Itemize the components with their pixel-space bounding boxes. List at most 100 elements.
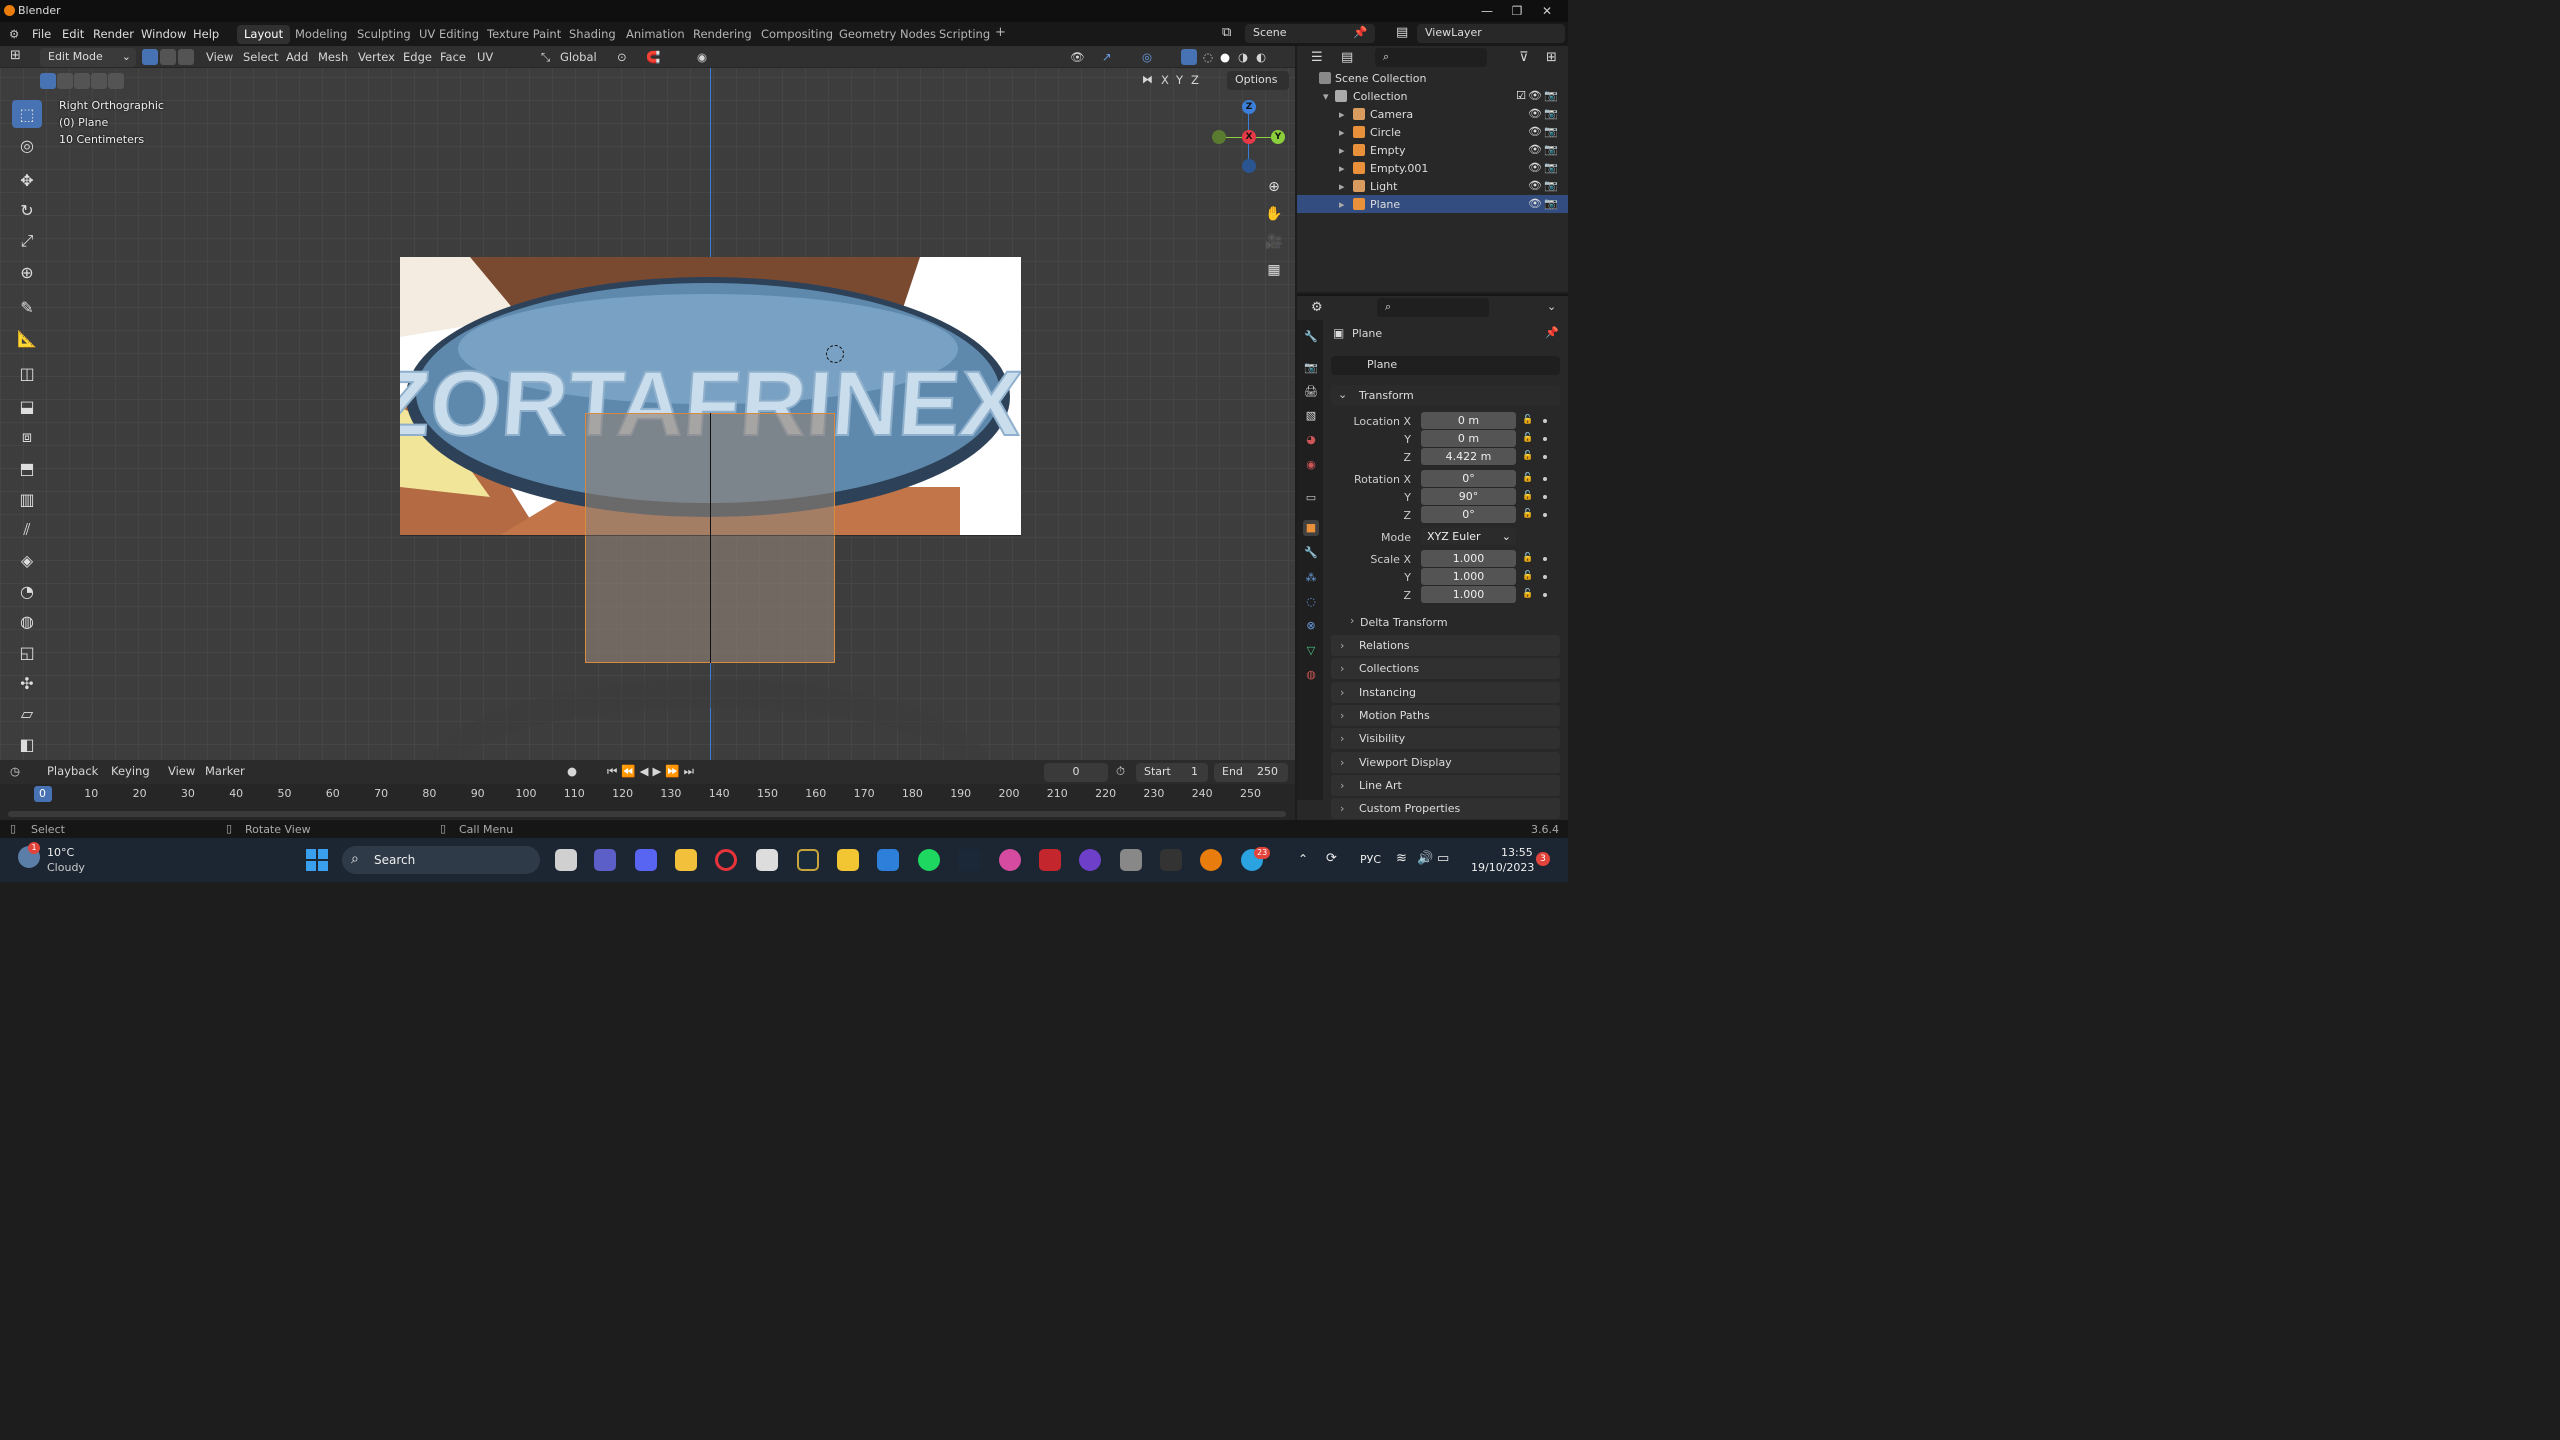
camera-render-icon[interactable]: 📷	[1544, 161, 1558, 174]
teams-icon[interactable]	[594, 849, 616, 871]
eye-icon[interactable]: 👁	[1528, 89, 1542, 102]
camera-view-icon[interactable]: 🎥	[1264, 232, 1284, 252]
tab-compositing[interactable]: Compositing	[754, 25, 840, 44]
add-cube-tool[interactable]: ◫	[12, 359, 42, 387]
edge-slide-tool[interactable]: ◱	[12, 638, 42, 666]
overlay-toggle-icon[interactable]: ◎	[1142, 50, 1152, 64]
outliner-row-camera[interactable]: ▸ Camera 👁 📷	[1297, 105, 1568, 123]
rendered-shading-icon[interactable]: ◐	[1256, 50, 1266, 64]
material-shading-icon[interactable]: ◑	[1238, 50, 1248, 64]
gizmo-y-icon[interactable]: Y	[1271, 130, 1285, 144]
section-line-art[interactable]: › Line Art	[1331, 774, 1560, 796]
lock-icon[interactable]: 🔓	[1522, 589, 1533, 599]
select-box-tool[interactable]: ⬚	[12, 100, 42, 128]
collection-checkbox[interactable]: ☑	[1516, 89, 1526, 102]
camera-render-icon[interactable]: 📷	[1544, 143, 1558, 156]
tab-rendering[interactable]: Rendering	[686, 25, 759, 44]
tray-sync-icon[interactable]: ⟳	[1326, 851, 1337, 866]
filter-icon[interactable]: ⊽	[1519, 50, 1529, 65]
blender-menu-icon[interactable]: ⚙	[9, 27, 19, 41]
tab-layout[interactable]: Layout	[237, 25, 291, 44]
battery-icon[interactable]: ▭	[1437, 851, 1449, 866]
rotation-field[interactable]: 0°	[1421, 470, 1516, 487]
lock-icon[interactable]: 🔓	[1522, 473, 1533, 483]
volume-icon[interactable]: 🔊	[1417, 851, 1433, 866]
annotate-tool[interactable]: ✎	[12, 293, 42, 321]
record-icon[interactable]: ●	[567, 764, 577, 778]
rotation-field[interactable]: 0°	[1421, 506, 1516, 523]
eye-icon[interactable]: 👁	[1528, 161, 1542, 174]
rotate-tool[interactable]: ↻	[12, 196, 42, 224]
keyframe-dot-icon[interactable]	[1543, 557, 1547, 561]
timeline-scrollbar[interactable]	[8, 811, 1286, 817]
keyframe-dot-icon[interactable]	[1543, 513, 1547, 517]
keyframe-dot-icon[interactable]	[1543, 495, 1547, 499]
expand-arrow-icon[interactable]: ▸	[1339, 162, 1345, 175]
menu-mesh[interactable]: Mesh	[318, 50, 348, 64]
menu-view[interactable]: View	[206, 50, 233, 64]
windows-start-icon[interactable]	[306, 849, 328, 871]
notification-badge[interactable]: 3	[1536, 852, 1550, 866]
gizmo-zneg-icon[interactable]	[1242, 159, 1256, 173]
options-dropdown[interactable]: Options	[1227, 71, 1289, 90]
edge-select-button[interactable]	[160, 49, 176, 65]
end-frame-field[interactable]: End 250	[1214, 763, 1288, 782]
editor-type-icon[interactable]: ⊞	[10, 48, 21, 63]
transform-section-header[interactable]: Transform	[1331, 385, 1560, 406]
camera-render-icon[interactable]: 📷	[1544, 89, 1558, 102]
wifi-icon[interactable]: ≋	[1396, 851, 1407, 866]
github-icon[interactable]	[1079, 849, 1101, 871]
rip-tool[interactable]: ◧	[12, 730, 42, 758]
gizmo-x-icon[interactable]: X	[1242, 130, 1256, 144]
measure-tool[interactable]: 📐	[12, 324, 42, 352]
maximize-button[interactable]: ❐	[1502, 2, 1532, 20]
discord-icon[interactable]	[635, 849, 657, 871]
menu-face[interactable]: Face	[440, 50, 466, 64]
lock-icon[interactable]: 🔓	[1522, 553, 1533, 563]
shear-tool[interactable]: ▱	[12, 699, 42, 727]
object-tab-icon[interactable]: ■	[1303, 520, 1319, 536]
menu-playback[interactable]: Playback	[47, 764, 98, 778]
ortho-grid-icon[interactable]: ▦	[1264, 260, 1284, 280]
expand-arrow-icon[interactable]: ▸	[1339, 144, 1345, 157]
select-extend-button[interactable]	[57, 73, 73, 89]
steam-icon[interactable]	[958, 849, 980, 871]
knife-tool[interactable]: ⫽	[12, 516, 42, 544]
keyframe-dot-icon[interactable]	[1543, 455, 1547, 459]
minecraft-icon[interactable]	[756, 849, 778, 871]
tab-shading[interactable]: Shading	[562, 25, 623, 44]
pivot-icon[interactable]: ⊙	[617, 50, 627, 64]
file-explorer-icon[interactable]	[675, 849, 697, 871]
gizmo-z-icon[interactable]: Z	[1242, 100, 1256, 114]
current-frame-field[interactable]: 0	[1044, 763, 1108, 782]
outliner-row-circle[interactable]: ▸ Circle 👁 📷	[1297, 123, 1568, 141]
inset-tool[interactable]: ⧈	[12, 423, 42, 451]
eye-icon[interactable]: 👁	[1528, 143, 1542, 156]
collection-tab-icon[interactable]: ▭	[1303, 490, 1319, 506]
outliner-row-scene-collection[interactable]: Scene Collection	[1297, 69, 1568, 87]
lock-icon[interactable]: 🔓	[1522, 571, 1533, 581]
select-intersect-button[interactable]	[108, 73, 124, 89]
camera-render-icon[interactable]: 📷	[1544, 197, 1558, 210]
tab-texture-paint[interactable]: Texture Paint	[480, 25, 568, 44]
scale-field[interactable]: 1.000	[1421, 586, 1516, 603]
view-layer-tab-icon[interactable]: ▧	[1303, 408, 1319, 424]
face-select-button[interactable]	[178, 49, 194, 65]
clock-date[interactable]: 19/10/2023	[1471, 861, 1534, 874]
outliner-row-collection[interactable]: ▾ Collection ☑ 👁 📷	[1297, 87, 1568, 105]
properties-search-input[interactable]: ⌕	[1377, 298, 1489, 317]
mirror-y-toggle[interactable]: Y	[1176, 73, 1183, 87]
task-view-icon[interactable]	[555, 849, 577, 871]
scale-field[interactable]: 1.000	[1421, 550, 1516, 567]
app-icon-pink[interactable]	[999, 849, 1021, 871]
output-tab-icon[interactable]: 🖨	[1303, 384, 1319, 400]
tab-animation[interactable]: Animation	[619, 25, 692, 44]
location-field[interactable]: 0 m	[1421, 412, 1516, 429]
select-subtract-button[interactable]	[74, 73, 90, 89]
app-icon-blue[interactable]	[877, 849, 899, 871]
clock-time[interactable]: 13:55	[1501, 846, 1533, 859]
expand-arrow-icon[interactable]: ▸	[1339, 126, 1345, 139]
section-instancing[interactable]: › Instancing	[1331, 681, 1560, 703]
pan-hand-icon[interactable]: ✋	[1264, 204, 1284, 224]
gizmo-yneg-icon[interactable]	[1212, 130, 1226, 144]
